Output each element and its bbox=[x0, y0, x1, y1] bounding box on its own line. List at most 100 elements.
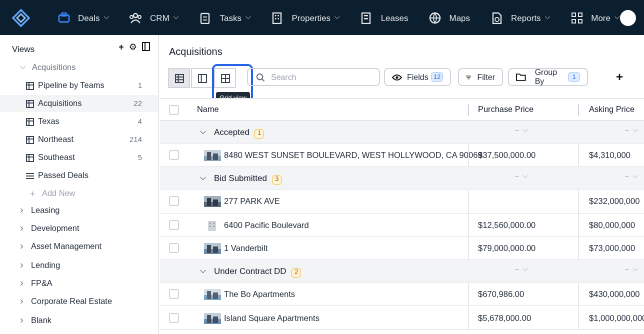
nav-reports[interactable]: Reports ⌵ bbox=[490, 11, 550, 24]
chevron-down-icon[interactable]: ⌵ bbox=[200, 127, 206, 137]
chevron-down-icon[interactable]: ⌵ bbox=[200, 173, 206, 183]
select-all-checkbox[interactable] bbox=[169, 105, 179, 115]
asking-price-cell[interactable]: $430,000,000 bbox=[589, 289, 640, 299]
group-count-badge: 3 bbox=[271, 174, 282, 185]
group-label: Bid Submitted 3 bbox=[214, 173, 282, 185]
record-name[interactable]: 1 Vanderbilt bbox=[224, 243, 268, 253]
group-by-button[interactable]: Group By 1 bbox=[508, 68, 588, 86]
sidebar-group-item[interactable]: › Asset Management bbox=[0, 238, 158, 255]
add-view-icon[interactable]: + bbox=[119, 42, 124, 53]
nav-tasks[interactable]: Tasks ⌵ bbox=[199, 11, 251, 24]
nav-deals[interactable]: Deals ⌵ bbox=[57, 11, 109, 24]
row-checkbox[interactable] bbox=[169, 219, 179, 230]
grid-view-button[interactable] bbox=[214, 68, 236, 88]
purchase-price-cell[interactable]: $12,560,000.00 bbox=[478, 220, 536, 230]
group-header-row[interactable]: ⌵ Under Contract DD 2 – ⌵ – ⌵ bbox=[160, 260, 644, 284]
column-header-name[interactable]: Name bbox=[197, 105, 219, 114]
plus-icon: + bbox=[30, 188, 36, 199]
record-name[interactable]: The Bo Apartments bbox=[224, 289, 295, 299]
table-row[interactable]: 8480 WEST SUNSET BOULEVARD, WEST HOLLYWO… bbox=[160, 144, 644, 168]
sidebar-view-item[interactable]: Pipeline by Teams 1 bbox=[0, 77, 158, 94]
purchase-price-cell[interactable]: $79,000,000.00 bbox=[478, 243, 536, 253]
filter-icon bbox=[466, 75, 472, 79]
user-avatar[interactable] bbox=[620, 10, 636, 26]
chevron-down-icon: ⌵ bbox=[245, 13, 251, 21]
row-checkbox[interactable] bbox=[169, 196, 179, 207]
group-checkbox[interactable] bbox=[169, 173, 179, 183]
record-name[interactable]: 8480 WEST SUNSET BOULEVARD, WEST HOLLYWO… bbox=[224, 150, 482, 160]
nav-deals-label: Deals bbox=[78, 12, 100, 23]
sidebar-view-item[interactable]: Northeast 214 bbox=[0, 131, 158, 148]
chevron-down-icon[interactable]: ⌵ bbox=[200, 266, 206, 276]
sidebar-group-item[interactable]: › Corporate Real Estate bbox=[0, 293, 158, 310]
asking-price-cell[interactable]: $4,310,000 bbox=[589, 150, 631, 160]
group-summary-dropdown[interactable]: – ⌵ bbox=[515, 173, 528, 181]
sidebar-group-acquisitions[interactable]: ⌵ Acquisitions bbox=[0, 59, 158, 76]
nav-crm[interactable]: CRM ⌵ bbox=[129, 11, 179, 24]
table-row[interactable]: 277 PARK AVE $232,000,000 bbox=[160, 190, 644, 214]
columns-view-button[interactable] bbox=[191, 68, 213, 88]
group-summary-dropdown[interactable]: – ⌵ bbox=[625, 127, 638, 135]
sidebar-group-item[interactable]: › Lending bbox=[0, 257, 158, 274]
table-view-button[interactable] bbox=[168, 68, 190, 88]
sidebar-view-item[interactable]: Passed Deals bbox=[0, 167, 158, 184]
nav-leases[interactable]: Leases bbox=[360, 11, 408, 24]
row-checkbox[interactable] bbox=[169, 312, 179, 323]
group-summary-dropdown[interactable]: – ⌵ bbox=[515, 266, 528, 274]
sidebar-view-item[interactable]: Acquisitions 22 bbox=[0, 95, 158, 112]
maps-icon bbox=[428, 11, 441, 24]
nav-maps[interactable]: Maps bbox=[428, 11, 470, 24]
sidebar-group-item[interactable]: › Blank bbox=[0, 312, 158, 329]
record-name[interactable]: 277 PARK AVE bbox=[224, 196, 280, 206]
group-summary-dropdown[interactable]: – ⌵ bbox=[625, 266, 638, 274]
add-new-view[interactable]: + Add New bbox=[0, 185, 158, 202]
table-row[interactable]: 1 Vanderbilt $79,000,000.00 $73,000,000 bbox=[160, 236, 644, 261]
group-header-row[interactable]: ⌵ Bid Submitted 3 – ⌵ – ⌵ bbox=[160, 167, 644, 191]
sidebar-group-item[interactable]: › Development bbox=[0, 220, 158, 237]
group-by-label: Group By bbox=[534, 68, 558, 86]
sidebar-view-item[interactable]: Texas 4 bbox=[0, 113, 158, 130]
search-input[interactable]: Search bbox=[247, 68, 380, 86]
column-header-asking-price[interactable]: Asking Price bbox=[589, 105, 635, 114]
row-checkbox[interactable] bbox=[169, 242, 179, 253]
nav-properties[interactable]: Properties ⌵ bbox=[271, 11, 340, 24]
table-row[interactable]: Island Square Apartments $5,678,000.00 $1,… bbox=[160, 306, 644, 330]
purchase-price-cell[interactable]: $5,678,000.00 bbox=[478, 313, 531, 323]
folder-icon bbox=[516, 73, 526, 81]
table-row[interactable]: 6400 Pacific Boulevard $12,560,000.00 $80,… bbox=[160, 213, 644, 237]
chevron-right-icon: › bbox=[20, 260, 24, 271]
settings-icon[interactable]: ⚙ bbox=[129, 42, 137, 53]
page-title: Acquisitions bbox=[169, 47, 223, 58]
asking-price-cell[interactable]: $80,000,000 bbox=[589, 220, 635, 230]
group-count-badge: 1 bbox=[254, 128, 265, 139]
group-summary-dropdown[interactable]: – ⌵ bbox=[625, 173, 638, 181]
asking-price-cell[interactable]: $1,000,000,000 bbox=[589, 313, 644, 323]
column-divider[interactable] bbox=[468, 104, 469, 116]
group-checkbox[interactable] bbox=[169, 266, 179, 276]
sidebar-view-item[interactable]: Southeast 5 bbox=[0, 149, 158, 166]
purchase-price-cell[interactable]: $670,986.00 bbox=[478, 289, 524, 299]
reports-icon bbox=[490, 11, 503, 24]
purchase-price-cell[interactable]: $37,500,000.00 bbox=[478, 150, 536, 160]
sidebar-group-item[interactable]: › FP&A bbox=[0, 275, 158, 292]
asking-price-cell[interactable]: $232,000,000 bbox=[589, 196, 640, 206]
table-row[interactable]: The Bo Apartments $670,986.00 $430,000,000 bbox=[160, 283, 644, 307]
filter-button[interactable]: Filter bbox=[458, 68, 503, 86]
group-checkbox[interactable] bbox=[169, 127, 179, 137]
group-summary-dropdown[interactable]: – ⌵ bbox=[515, 127, 528, 135]
asking-price-cell[interactable]: $73,000,000 bbox=[589, 243, 635, 253]
row-checkbox[interactable] bbox=[169, 150, 179, 160]
logo-icon[interactable] bbox=[11, 8, 31, 27]
sidebar-group-item[interactable]: › Leasing bbox=[0, 202, 158, 219]
fields-button[interactable]: Fields 12 bbox=[384, 68, 451, 86]
nav-leases-label: Leases bbox=[380, 12, 409, 23]
record-name[interactable]: Island Square Apartments bbox=[224, 313, 319, 323]
group-header-row[interactable]: ⌵ Accepted 1 – ⌵ – ⌵ bbox=[160, 121, 644, 144]
collapse-sidebar-icon[interactable] bbox=[142, 42, 150, 53]
nav-more[interactable]: More ⌵ bbox=[570, 11, 620, 24]
record-name[interactable]: 6400 Pacific Boulevard bbox=[224, 220, 309, 230]
column-header-purchase-price[interactable]: Purchase Price bbox=[478, 105, 534, 114]
add-record-button[interactable]: + bbox=[616, 70, 623, 84]
row-checkbox[interactable] bbox=[169, 289, 179, 300]
column-divider[interactable] bbox=[578, 104, 579, 116]
